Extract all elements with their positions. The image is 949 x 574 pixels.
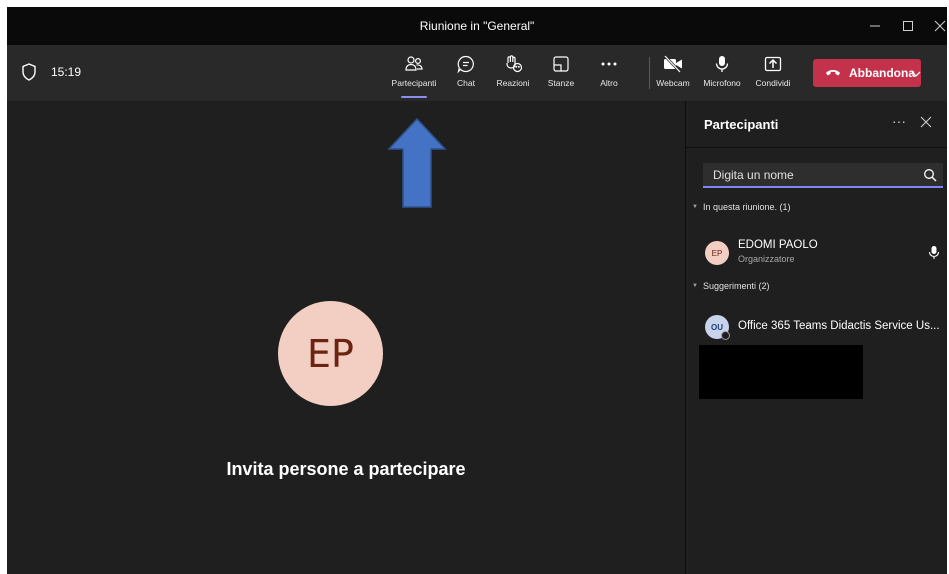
search-icon[interactable] bbox=[923, 168, 937, 187]
redacted-area bbox=[699, 345, 863, 399]
participants-label: Partecipanti bbox=[391, 78, 437, 88]
avatar-initials: EP bbox=[307, 331, 354, 376]
arrow-up-icon bbox=[387, 117, 447, 214]
window-title: Riunione in "General" bbox=[419, 19, 535, 33]
chevron-down-icon bbox=[911, 64, 921, 82]
reactions-icon bbox=[503, 53, 523, 75]
chat-button[interactable]: Chat bbox=[453, 53, 479, 95]
leave-options-button[interactable] bbox=[911, 59, 921, 87]
more-label: Altro bbox=[600, 78, 618, 88]
camera-off-icon bbox=[662, 53, 684, 75]
participant-name: Office 365 Teams Didactis Service Us... bbox=[738, 320, 940, 332]
people-icon bbox=[404, 53, 424, 75]
search-placeholder: Digita un nome bbox=[713, 168, 794, 182]
share-label: Condividi bbox=[755, 78, 791, 88]
leave-button-group: Abbandona bbox=[813, 59, 921, 87]
meeting-stage: EP Invita persone a partecipare bbox=[7, 101, 685, 574]
toolbar-divider bbox=[649, 57, 650, 89]
microphone-button[interactable]: Microfono bbox=[699, 53, 745, 95]
hang-up-icon bbox=[825, 64, 841, 82]
participants-panel: Partecipanti ··· Digita un nome ▼ In que… bbox=[685, 101, 947, 574]
more-icon bbox=[599, 53, 619, 75]
avatar-initials: OU bbox=[711, 322, 723, 332]
participant-role: Organizzatore bbox=[738, 254, 795, 264]
invite-text: Invita persone a partecipare bbox=[226, 459, 466, 479]
leave-button[interactable]: Abbandona bbox=[813, 59, 915, 87]
close-icon[interactable] bbox=[923, 7, 947, 45]
section-suggestions[interactable]: ▼ Suggerimenti (2) bbox=[692, 281, 769, 291]
title-bar: Riunione in "General" bbox=[7, 7, 947, 45]
rooms-icon bbox=[551, 53, 571, 75]
participant-name: EDOMI PAOLO bbox=[738, 239, 818, 251]
webcam-label: Webcam bbox=[656, 78, 690, 88]
meeting-toolbar: 15:19 Partecipanti Chat Reazioni Stanze … bbox=[7, 45, 947, 101]
share-button[interactable]: Condividi bbox=[750, 53, 796, 95]
presence-status-icon bbox=[721, 331, 730, 340]
microphone-icon bbox=[712, 53, 732, 75]
list-item[interactable]: EP EDOMI PAOLO Organizzatore bbox=[686, 235, 947, 271]
panel-more-icon[interactable]: ··· bbox=[892, 113, 906, 129]
avatar: EP bbox=[705, 241, 729, 265]
maximize-icon[interactable] bbox=[891, 7, 925, 45]
webcam-button[interactable]: Webcam bbox=[653, 53, 693, 95]
meeting-timer: 15:19 bbox=[51, 65, 82, 79]
share-icon bbox=[763, 53, 783, 75]
panel-header: Partecipanti ··· bbox=[686, 101, 947, 148]
teams-meeting-window: Riunione in "General" 15:19 Partecipanti bbox=[7, 7, 947, 574]
shield-icon bbox=[21, 63, 37, 86]
leave-label: Abbandona bbox=[849, 66, 915, 80]
section-label: In questa riunione. (1) bbox=[702, 202, 791, 212]
panel-close-icon[interactable] bbox=[920, 115, 932, 133]
chat-label: Chat bbox=[457, 78, 475, 88]
active-tab-indicator bbox=[401, 96, 427, 98]
microphone-icon bbox=[928, 245, 940, 266]
panel-title: Partecipanti bbox=[704, 117, 779, 132]
caret-down-icon: ▼ bbox=[692, 204, 698, 210]
chat-icon bbox=[456, 53, 476, 75]
microphone-label: Microfono bbox=[703, 78, 741, 88]
reactions-button[interactable]: Reazioni bbox=[492, 53, 534, 95]
reactions-label: Reazioni bbox=[496, 78, 530, 88]
avatar-initials: EP bbox=[711, 248, 723, 258]
more-button[interactable]: Altro bbox=[594, 53, 624, 95]
avatar: EP bbox=[278, 301, 383, 406]
section-label: Suggerimenti (2) bbox=[702, 281, 770, 291]
minimize-icon[interactable] bbox=[858, 7, 892, 45]
participants-button[interactable]: Partecipanti bbox=[388, 53, 440, 98]
list-item[interactable]: OU Office 365 Teams Didactis Service Us.… bbox=[686, 309, 947, 345]
caret-down-icon: ▼ bbox=[692, 283, 698, 289]
section-in-meeting[interactable]: ▼ In questa riunione. (1) bbox=[692, 202, 791, 212]
rooms-button[interactable]: Stanze bbox=[543, 53, 579, 95]
rooms-label: Stanze bbox=[547, 78, 575, 88]
search-input[interactable]: Digita un nome bbox=[703, 163, 943, 188]
